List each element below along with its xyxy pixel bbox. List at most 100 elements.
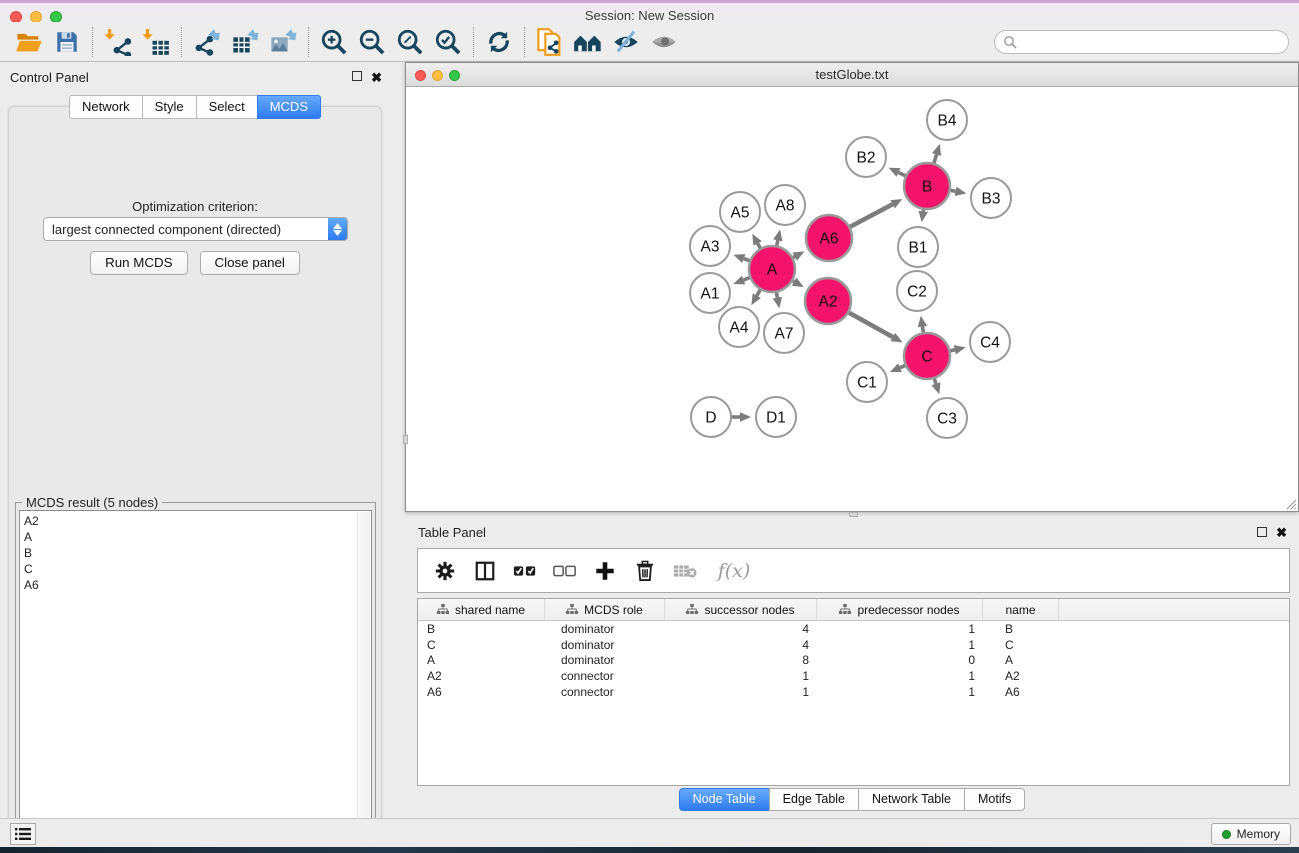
mcds-result-item[interactable]: A xyxy=(24,529,371,545)
cell-shared-name[interactable]: B xyxy=(418,622,545,636)
cell-name[interactable]: A2 xyxy=(983,669,1059,683)
tab-network[interactable]: Network xyxy=(69,95,142,119)
import-table-icon[interactable] xyxy=(139,26,173,58)
optimization-criterion-dropdown[interactable]: largest connected component (directed) xyxy=(43,217,348,241)
cell-predecessor-nodes[interactable]: 1 xyxy=(817,622,983,636)
table-row[interactable]: A2connector11A2 xyxy=(418,668,1289,684)
import-network-icon[interactable] xyxy=(101,26,135,58)
cell-predecessor-nodes[interactable]: 1 xyxy=(817,669,983,683)
main-toolbar xyxy=(0,22,1299,62)
cell-successor-nodes[interactable]: 4 xyxy=(665,638,817,652)
column-header-shared-name[interactable]: shared name xyxy=(418,599,545,620)
first-neighbors-icon[interactable] xyxy=(571,26,605,58)
cell-name[interactable]: A6 xyxy=(983,685,1059,699)
mcds-result-item[interactable]: C xyxy=(24,561,371,577)
export-network-icon[interactable] xyxy=(190,26,224,58)
dropdown-selected-value: largest connected component (directed) xyxy=(44,222,328,237)
cell-shared-name[interactable]: C xyxy=(418,638,545,652)
search-box[interactable] xyxy=(994,30,1289,54)
cell-MCDS-role[interactable]: dominator xyxy=(545,653,665,667)
hide-selected-icon[interactable] xyxy=(609,26,643,58)
column-type-icon xyxy=(566,604,578,615)
network-canvas[interactable]: B4B2BB3A5A8A6B1A3AA1C2A2A4A7C4CC1C3DD1 xyxy=(406,87,1298,511)
cell-predecessor-nodes[interactable]: 0 xyxy=(817,653,983,667)
float-table-panel-icon[interactable] xyxy=(1257,527,1267,537)
cell-MCDS-role[interactable]: dominator xyxy=(545,622,665,636)
cell-shared-name[interactable]: A xyxy=(418,653,545,667)
mcds-result-list[interactable]: A2ABCA6 xyxy=(19,510,372,840)
cell-successor-nodes[interactable]: 4 xyxy=(665,622,817,636)
scrollbar-track[interactable] xyxy=(357,512,370,840)
cell-name[interactable]: B xyxy=(983,622,1059,636)
cell-predecessor-nodes[interactable]: 1 xyxy=(817,638,983,652)
function-builder-icon[interactable]: f(x) xyxy=(712,558,756,584)
mcds-result-item[interactable]: B xyxy=(24,545,371,561)
close-table-panel-icon[interactable]: ✖ xyxy=(1276,525,1287,541)
network-graph[interactable]: B4B2BB3A5A8A6B1A3AA1C2A2A4A7C4CC1C3DD1 xyxy=(406,87,1298,511)
task-history-button[interactable] xyxy=(10,823,36,845)
tab-network-table[interactable]: Network Table xyxy=(858,788,964,811)
open-session-icon[interactable] xyxy=(12,26,46,58)
tab-select[interactable]: Select xyxy=(196,95,257,119)
tab-motifs[interactable]: Motifs xyxy=(964,788,1025,811)
cell-successor-nodes[interactable]: 8 xyxy=(665,653,817,667)
column-header-label: successor nodes xyxy=(704,603,794,617)
cell-successor-nodes[interactable]: 1 xyxy=(665,685,817,699)
export-table-icon[interactable] xyxy=(228,26,262,58)
cell-MCDS-role[interactable]: dominator xyxy=(545,638,665,652)
cell-shared-name[interactable]: A2 xyxy=(418,669,545,683)
tab-edge-table[interactable]: Edge Table xyxy=(769,788,858,811)
tab-mcds[interactable]: MCDS xyxy=(257,95,321,119)
export-image-icon[interactable] xyxy=(266,26,300,58)
toolbar-separator xyxy=(473,27,474,57)
delete-table-icon[interactable] xyxy=(672,558,698,584)
add-column-icon[interactable] xyxy=(592,558,618,584)
refresh-icon[interactable] xyxy=(482,26,516,58)
table-settings-icon[interactable] xyxy=(432,558,458,584)
resize-grip-icon[interactable] xyxy=(1283,496,1297,510)
mcds-result-item[interactable]: A6 xyxy=(24,577,371,593)
node-table[interactable]: shared nameMCDS role successor nodes prede… xyxy=(417,598,1290,786)
network-window-titlebar[interactable]: testGlobe.txt xyxy=(406,63,1298,87)
zoom-selected-icon[interactable] xyxy=(431,26,465,58)
table-row[interactable]: Bdominator41B xyxy=(418,621,1289,637)
cell-MCDS-role[interactable]: connector xyxy=(545,685,665,699)
zoom-fit-icon[interactable] xyxy=(393,26,427,58)
pane-divider-handle[interactable] xyxy=(403,435,408,444)
deselect-all-icon[interactable] xyxy=(552,558,578,584)
column-header-predecessor-nodes[interactable]: predecessor nodes xyxy=(817,599,983,620)
select-all-icon[interactable] xyxy=(512,558,538,584)
column-header-successor-nodes[interactable]: successor nodes xyxy=(665,599,817,620)
column-header-MCDS-role[interactable]: MCDS role xyxy=(545,599,665,620)
memory-button[interactable]: Memory xyxy=(1211,823,1291,845)
close-panel-button[interactable]: Close panel xyxy=(200,251,300,275)
column-chooser-icon[interactable] xyxy=(472,558,498,584)
zoom-in-icon[interactable] xyxy=(317,26,351,58)
mcds-result-item[interactable]: A2 xyxy=(24,513,371,529)
graph-node-label: B xyxy=(922,179,932,196)
delete-column-icon[interactable] xyxy=(632,558,658,584)
control-panel: Control Panel ✖ Optimization criterion: … xyxy=(0,62,390,812)
table-row[interactable]: A6connector11A6 xyxy=(418,684,1289,700)
cell-shared-name[interactable]: A6 xyxy=(418,685,545,699)
close-panel-icon[interactable]: ✖ xyxy=(371,70,382,86)
save-session-icon[interactable] xyxy=(50,26,84,58)
cell-name[interactable]: A xyxy=(983,653,1059,667)
table-row[interactable]: Cdominator41C xyxy=(418,637,1289,653)
table-row[interactable]: Adominator80A xyxy=(418,653,1289,669)
search-input[interactable] xyxy=(1022,35,1288,49)
clone-network-icon[interactable] xyxy=(533,26,567,58)
tab-node-table[interactable]: Node Table xyxy=(679,788,769,811)
cell-successor-nodes[interactable]: 1 xyxy=(665,669,817,683)
run-mcds-button[interactable]: Run MCDS xyxy=(90,251,187,275)
float-panel-icon[interactable] xyxy=(352,71,362,81)
show-all-icon[interactable] xyxy=(647,26,681,58)
column-header-name[interactable]: name xyxy=(983,599,1059,620)
cell-name[interactable]: C xyxy=(983,638,1059,652)
cell-predecessor-nodes[interactable]: 1 xyxy=(817,685,983,699)
pane-divider-handle[interactable] xyxy=(849,512,858,517)
zoom-out-icon[interactable] xyxy=(355,26,389,58)
cell-MCDS-role[interactable]: connector xyxy=(545,669,665,683)
desktop-background xyxy=(0,847,1299,853)
tab-style[interactable]: Style xyxy=(142,95,196,119)
